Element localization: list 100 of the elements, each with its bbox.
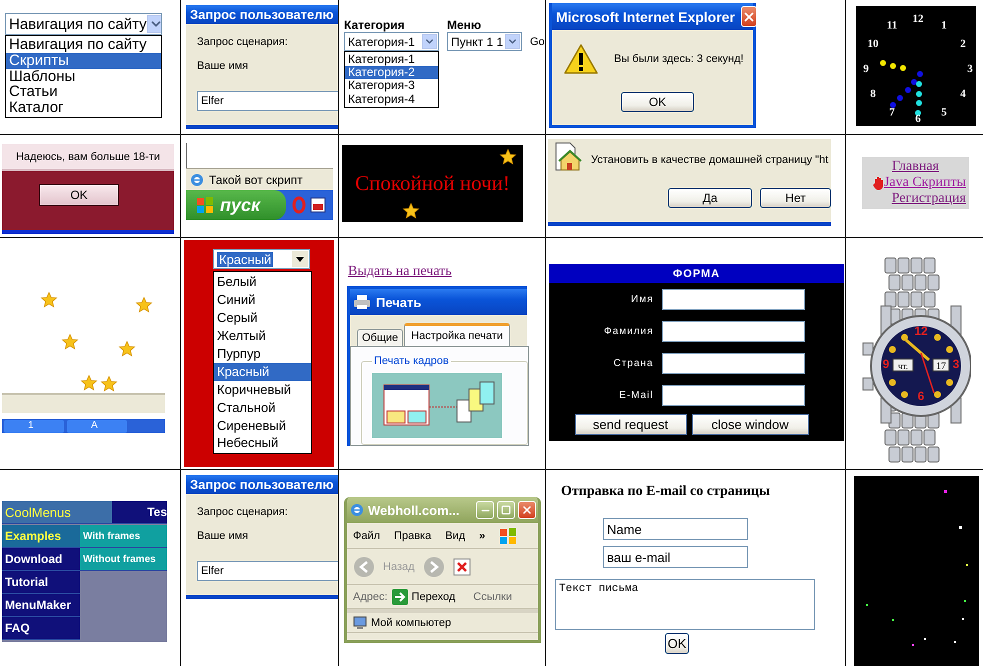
- color-dropdown[interactable]: Красный: [213, 249, 310, 269]
- list-item[interactable]: Навигация по сайту: [6, 37, 161, 53]
- list-item[interactable]: Категория-1: [345, 53, 438, 66]
- clock-numeral: 9: [863, 63, 869, 75]
- name-field[interactable]: Name: [603, 518, 748, 540]
- form-button[interactable]: close window: [692, 414, 808, 435]
- more-menu-chevron[interactable]: »: [479, 530, 486, 542]
- dialog-button[interactable]: Нет: [760, 188, 831, 208]
- tab[interactable]: Настройка печати: [404, 323, 510, 346]
- clock-numeral: 4: [960, 88, 966, 100]
- tab[interactable]: Общие: [357, 329, 404, 346]
- tray-icons: [292, 196, 326, 214]
- windows-logo-icon: [196, 196, 214, 214]
- watch-numeral: 12: [914, 324, 928, 338]
- name-field[interactable]: Elfer: [197, 561, 338, 581]
- caret-down-icon: [296, 256, 304, 262]
- menu-item[interactable]: Examples: [2, 525, 80, 548]
- list-item[interactable]: Стальной: [214, 398, 311, 416]
- clock-numeral: 3: [967, 63, 973, 75]
- menu-item[interactable]: Вид: [445, 530, 466, 542]
- star-icon: [40, 291, 58, 309]
- menu-item[interactable]: Файл: [353, 530, 380, 542]
- nav-link[interactable]: Регистрация: [892, 191, 966, 207]
- list-item[interactable]: Пурпур: [214, 344, 311, 363]
- list-item[interactable]: Сиреневый: [214, 416, 311, 434]
- clock-numeral: 10: [867, 38, 878, 50]
- category-dropdown[interactable]: Категория-1: [344, 32, 439, 51]
- list-item[interactable]: Статьи: [6, 84, 161, 100]
- email-field[interactable]: ваш e-mail: [603, 546, 748, 568]
- go-button[interactable]: Переход: [412, 590, 456, 602]
- taskbar-button[interactable]: 1: [4, 420, 64, 433]
- globe-e-icon: [189, 172, 205, 188]
- text-field[interactable]: [662, 353, 804, 374]
- status-text: Такой вот скрипт: [209, 172, 303, 186]
- field-label: Имя: [630, 294, 654, 305]
- clock-numeral: 11: [886, 20, 898, 32]
- clock-numeral: 12: [912, 13, 924, 25]
- links-button[interactable]: Ссылки: [473, 590, 512, 602]
- warning-icon: [564, 44, 598, 74]
- clock-numeral: 2: [960, 38, 966, 50]
- dropdown[interactable]: Навигация по сайту: [5, 13, 162, 35]
- list-item[interactable]: Синий: [214, 290, 311, 309]
- name-field[interactable]: Elfer: [197, 91, 338, 111]
- clock-hands-drawing: [880, 60, 923, 116]
- field-label: Фамилия: [603, 326, 654, 337]
- list-item[interactable]: Скрипты: [6, 52, 161, 68]
- ok-button[interactable]: OK: [39, 184, 119, 206]
- star-icon: [118, 340, 136, 358]
- list-item[interactable]: Шаблоны: [6, 68, 161, 84]
- ok-button[interactable]: OK: [665, 633, 689, 654]
- clock-numeral: 5: [941, 106, 947, 118]
- list-item[interactable]: Категория-3: [345, 79, 438, 93]
- list-item[interactable]: Небесный: [214, 434, 311, 452]
- list-item[interactable]: Коричневый: [214, 380, 311, 399]
- nav-link[interactable]: Java Скрипты: [884, 175, 966, 191]
- dialog-button[interactable]: Да: [668, 188, 752, 208]
- text-field[interactable]: [662, 385, 804, 406]
- list-item[interactable]: Каталог: [6, 100, 161, 116]
- message-field[interactable]: Текст письма: [555, 579, 815, 630]
- list-item[interactable]: Белый: [214, 273, 311, 291]
- minimize-button[interactable]: [476, 501, 494, 519]
- list-item[interactable]: Красный: [214, 362, 311, 381]
- watch-numeral: 6: [918, 389, 924, 403]
- go-link[interactable]: Go: [530, 36, 545, 48]
- clock-numeral: 6: [915, 113, 921, 125]
- menu-item[interactable]: MenuMaker: [2, 594, 80, 617]
- list-item[interactable]: Категория-2: [345, 66, 438, 80]
- close-button[interactable]: [518, 501, 536, 519]
- nav-link[interactable]: Главная: [892, 159, 939, 175]
- dialog-message: Надеюсь, вам больше 18-ти: [16, 150, 160, 162]
- star-icon: [100, 375, 118, 393]
- taskbar-button[interactable]: A: [67, 420, 127, 433]
- windows-logo-icon: [499, 526, 518, 544]
- menu-item[interactable]: FAQ: [2, 617, 80, 640]
- list-item[interactable]: Категория-4: [345, 92, 438, 106]
- list-item[interactable]: Серый: [214, 308, 311, 327]
- menu-item[interactable]: Tutorial: [2, 571, 80, 594]
- banner-text: Спокойной ночи!: [355, 171, 510, 196]
- clock-numeral: 1: [941, 20, 947, 32]
- menu-header[interactable]: Tes: [112, 501, 167, 524]
- group-label: Печать кадров: [372, 355, 451, 367]
- text-field[interactable]: [662, 321, 804, 342]
- alert-message: Вы были здесь: 3 секунд!: [614, 53, 744, 65]
- field-label: Ваше имя: [197, 60, 248, 72]
- text-field[interactable]: [662, 289, 804, 310]
- status-text: Мой компьютер: [371, 616, 452, 628]
- menu-item[interactable]: Правка: [394, 530, 432, 542]
- menu-dropdown[interactable]: Пункт 1 1: [447, 32, 522, 51]
- computer-icon: [353, 616, 367, 630]
- print-link[interactable]: Выдать на печать: [348, 264, 452, 280]
- title-bar: Запрос пользователю: [186, 475, 338, 494]
- star-icon: [135, 296, 153, 314]
- ok-button[interactable]: OK: [621, 92, 694, 112]
- close-button[interactable]: [740, 6, 757, 27]
- stop-icon[interactable]: [452, 558, 471, 576]
- form-button[interactable]: send request: [574, 414, 686, 435]
- maximize-button[interactable]: [497, 501, 515, 519]
- list-item[interactable]: Желтый: [214, 326, 311, 345]
- menu-item[interactable]: Download: [2, 548, 80, 571]
- clock-numeral: 8: [870, 88, 876, 100]
